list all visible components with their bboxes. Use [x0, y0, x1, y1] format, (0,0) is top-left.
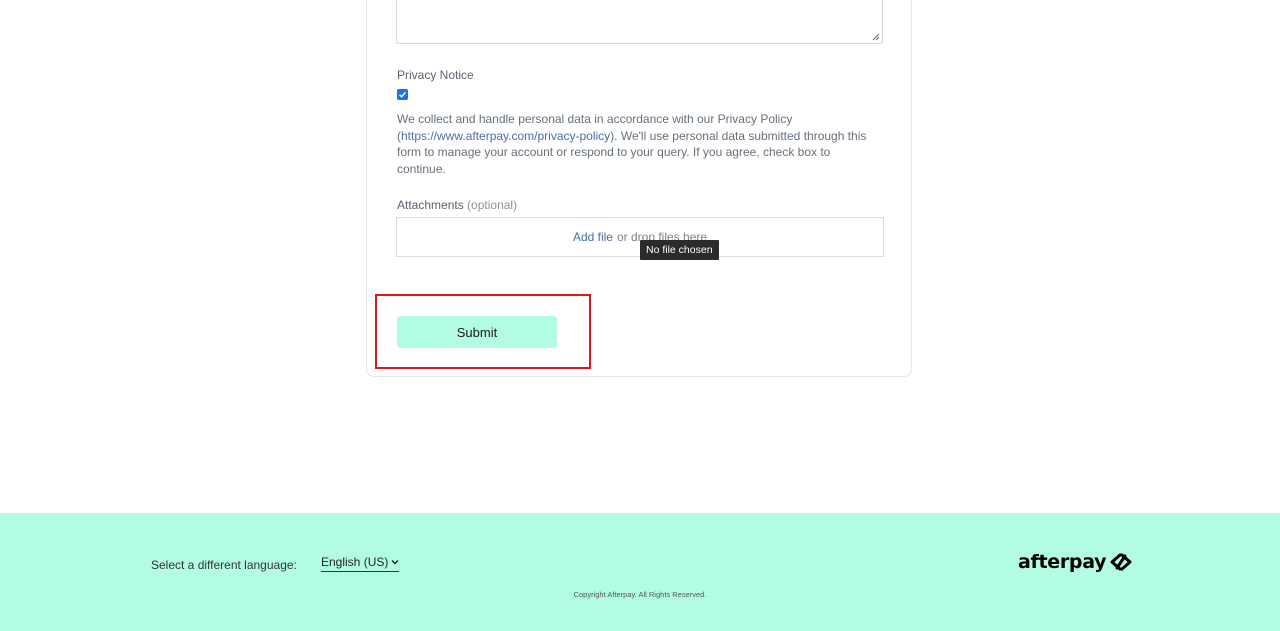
copyright-text: Copyright Afterpay. All Rights Reserved.: [573, 590, 707, 599]
page: Privacy Notice We collect and handle per…: [0, 0, 1280, 631]
privacy-checkbox[interactable]: [397, 89, 408, 100]
chevron-down-icon: [391, 560, 399, 565]
check-icon: [399, 91, 407, 98]
logo-text: afterpay: [1018, 551, 1107, 573]
privacy-notice-label: Privacy Notice: [397, 68, 474, 82]
resize-handle-icon[interactable]: [872, 33, 880, 41]
language-select[interactable]: English (US): [321, 555, 400, 572]
privacy-text: We collect and handle personal data in a…: [397, 111, 877, 177]
no-file-tooltip: No file chosen: [640, 240, 719, 260]
afterpay-logo[interactable]: afterpay: [1018, 551, 1134, 573]
attachments-label: Attachments (optional): [397, 198, 517, 212]
attachments-title: Attachments: [397, 198, 464, 212]
footer: Select a different language: English (US…: [0, 513, 1280, 631]
afterpay-logo-icon: [1110, 553, 1132, 571]
attachments-optional: (optional): [467, 198, 518, 212]
privacy-policy-link[interactable]: https://www.afterpay.com/privacy-policy: [401, 129, 610, 143]
message-textarea[interactable]: [396, 0, 883, 44]
submit-button[interactable]: Submit: [397, 316, 557, 348]
language-value: English (US): [321, 555, 389, 569]
add-file-link[interactable]: Add file: [573, 230, 613, 244]
language-label: Select a different language:: [151, 558, 297, 572]
